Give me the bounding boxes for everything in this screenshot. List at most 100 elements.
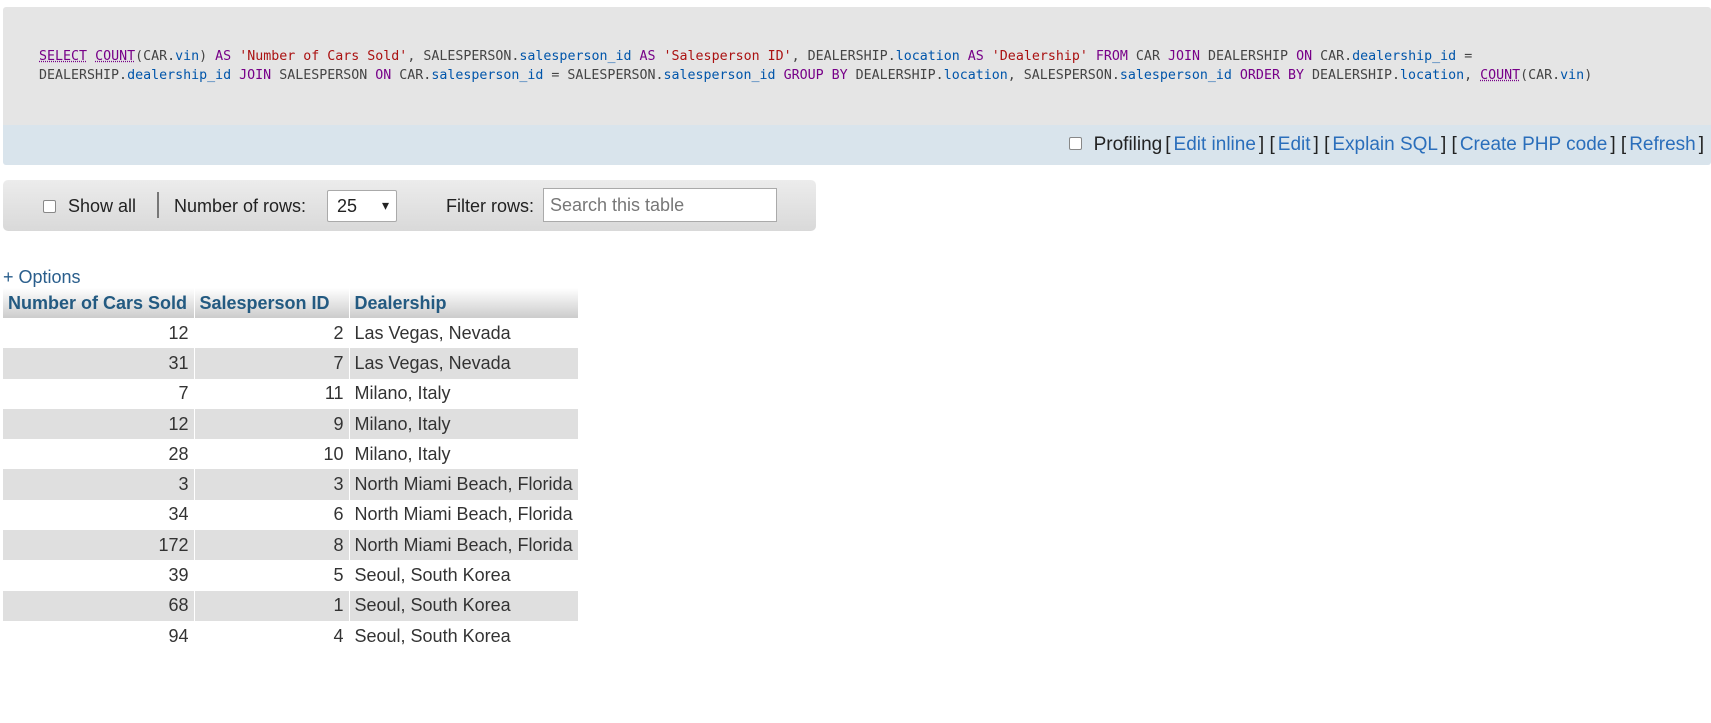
cell-salesperson-id: 9 xyxy=(194,408,350,440)
sql-toolbar: Profiling [ Edit inline ] [ Edit ] [ Exp… xyxy=(3,125,1711,165)
sql-query-box: SELECT COUNT(CAR.vin) AS 'Number of Cars… xyxy=(3,7,1711,127)
table-row[interactable]: 39 5 Seoul, South Korea xyxy=(3,560,579,591)
table-row[interactable]: 3 3 North Miami Beach, Florida xyxy=(3,469,579,500)
cell-cars-sold: 7 xyxy=(3,378,195,409)
column-header-cars-sold[interactable]: Number of Cars Sold xyxy=(3,288,195,318)
sql-token: JOIN xyxy=(1167,49,1200,64)
cell-salesperson-id: 3 xyxy=(194,469,350,500)
sql-token: , SALESPERSON. xyxy=(407,49,520,64)
sql-token: ON xyxy=(1296,49,1313,64)
sql-token: dealership_id xyxy=(1352,49,1457,64)
sql-token: salesperson_id xyxy=(663,68,776,83)
cell-cars-sold: 28 xyxy=(3,439,195,470)
sql-token: ) xyxy=(1584,68,1593,83)
cell-cars-sold: 68 xyxy=(3,590,195,621)
table-row[interactable]: 68 1 Seoul, South Korea xyxy=(3,590,579,621)
table-row[interactable]: 31 7 Las Vegas, Nevada xyxy=(3,348,579,379)
table-row[interactable]: 34 6 North Miami Beach, Florida xyxy=(3,499,579,531)
cell-cars-sold: 94 xyxy=(3,620,195,652)
cell-cars-sold: 12 xyxy=(3,408,195,440)
nav-divider xyxy=(157,192,159,218)
cell-salesperson-id: 6 xyxy=(194,499,350,531)
sql-token: DEALERSHIP xyxy=(1199,49,1297,64)
sql-token: ON xyxy=(375,68,392,83)
cell-dealership: Seoul, South Korea xyxy=(349,560,579,591)
options-link[interactable]: + Options xyxy=(3,267,81,288)
table-body: 12 2 Las Vegas, Nevada 31 7 Las Vegas, Nevada… xyxy=(3,318,579,652)
sql-token: location xyxy=(1400,68,1465,83)
sql-token: AS xyxy=(639,49,656,64)
sql-token: , DEALERSHIP. xyxy=(791,49,896,64)
sql-token: AS xyxy=(967,49,984,64)
sql-token: CAR. xyxy=(391,68,432,83)
sql-token: COUNT xyxy=(95,49,136,64)
explain-sql-link[interactable]: Explain SQL xyxy=(1332,134,1438,156)
sql-token: DEALERSHIP. xyxy=(1303,68,1401,83)
sql-token: salesperson_id xyxy=(1119,68,1232,83)
cell-cars-sold: 3 xyxy=(3,469,195,500)
cell-dealership: North Miami Beach, Florida xyxy=(349,530,579,561)
cell-salesperson-id: 11 xyxy=(194,378,350,409)
cell-cars-sold: 12 xyxy=(3,318,195,349)
cell-salesperson-id: 2 xyxy=(194,318,350,349)
table-row[interactable]: 7 11 Milano, Italy xyxy=(3,378,579,409)
sql-token: 'Number of Cars Sold' xyxy=(239,49,408,64)
sql-token: = SALESPERSON. xyxy=(543,68,664,83)
cell-dealership: North Miami Beach, Florida xyxy=(349,499,579,531)
sql-token: JOIN xyxy=(239,68,272,83)
sql-token: dealership_id xyxy=(127,68,232,83)
create-php-code-link[interactable]: Create PHP code xyxy=(1460,134,1608,156)
cell-dealership: Milano, Italy xyxy=(349,378,579,409)
cell-dealership: Milano, Italy xyxy=(349,408,579,440)
cell-dealership: Las Vegas, Nevada xyxy=(349,348,579,379)
edit-link[interactable]: Edit xyxy=(1278,134,1311,156)
sql-token: AS xyxy=(215,49,232,64)
table-row[interactable]: 172 8 North Miami Beach, Florida xyxy=(3,530,579,561)
sql-token: (CAR. xyxy=(135,49,176,64)
results-table: Number of Cars Sold Salesperson ID Deale… xyxy=(3,288,579,652)
sql-token: SELECT xyxy=(39,49,88,64)
sql-token: vin xyxy=(175,49,200,64)
edit-inline-link[interactable]: Edit inline xyxy=(1174,134,1256,156)
table-row[interactable]: 12 2 Las Vegas, Nevada xyxy=(3,318,579,349)
table-header-row: Number of Cars Sold Salesperson ID Deale… xyxy=(3,288,579,318)
sql-token: ) xyxy=(199,49,216,64)
sql-query-text: SELECT COUNT(CAR.vin) AS 'Number of Cars… xyxy=(39,47,1659,85)
show-all-control[interactable]: Show all xyxy=(43,196,136,217)
table-row[interactable]: 94 4 Seoul, South Korea xyxy=(3,620,579,652)
filter-rows-input[interactable] xyxy=(543,188,777,222)
refresh-link[interactable]: Refresh xyxy=(1629,134,1696,156)
cell-dealership: North Miami Beach, Florida xyxy=(349,469,579,500)
table-row[interactable]: 12 9 Milano, Italy xyxy=(3,408,579,440)
sql-token: DEALERSHIP. xyxy=(847,68,944,83)
cell-salesperson-id: 5 xyxy=(194,560,350,591)
sql-token: vin xyxy=(1560,68,1585,83)
sql-token: FROM xyxy=(1095,49,1128,64)
cell-salesperson-id: 4 xyxy=(194,620,350,652)
sql-token: CAR. xyxy=(1312,49,1353,64)
cell-cars-sold: 172 xyxy=(3,530,195,561)
table-row[interactable]: 28 10 Milano, Italy xyxy=(3,439,579,470)
profiling-label: Profiling xyxy=(1093,134,1163,155)
rows-per-page-value: 25 xyxy=(337,195,358,216)
sql-token: salesperson_id xyxy=(519,49,632,64)
sql-token: location xyxy=(895,49,960,64)
column-header-dealership[interactable]: Dealership xyxy=(349,288,579,318)
show-all-label: Show all xyxy=(68,196,137,216)
sql-token: 'Dealership' xyxy=(991,49,1088,64)
profiling-checkbox[interactable] xyxy=(1068,136,1082,150)
column-header-salesperson-id[interactable]: Salesperson ID xyxy=(194,288,350,318)
sql-token: 'Salesperson ID' xyxy=(663,49,792,64)
cell-dealership: Las Vegas, Nevada xyxy=(349,318,579,349)
show-all-checkbox[interactable] xyxy=(43,200,56,213)
rows-per-page-select[interactable]: 25 ▾ xyxy=(327,190,397,222)
sql-token: CAR xyxy=(1127,49,1168,64)
